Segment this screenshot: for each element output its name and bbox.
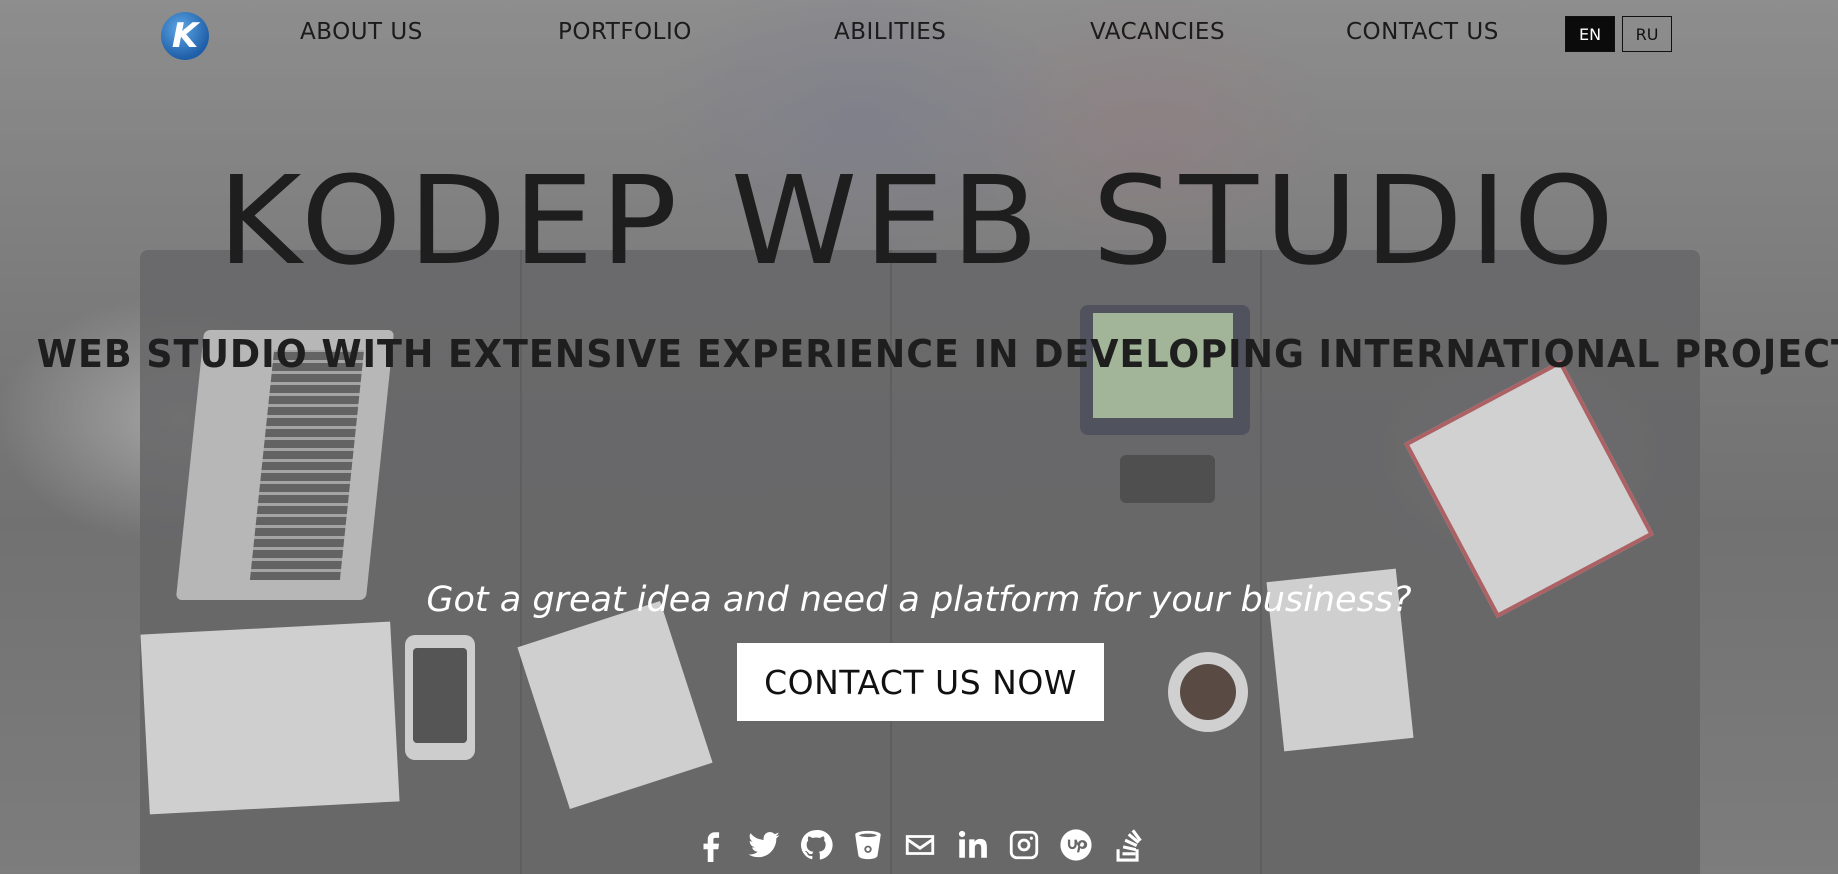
instagram-icon[interactable] xyxy=(1006,827,1042,863)
github-icon[interactable] xyxy=(798,827,834,863)
nav-about-us[interactable]: ABOUT US xyxy=(300,19,423,45)
nav-vacancies[interactable]: VACANCIES xyxy=(1090,19,1225,45)
bitbucket-icon[interactable] xyxy=(850,827,886,863)
email-icon[interactable] xyxy=(902,827,938,863)
hero-overlay xyxy=(0,0,1838,874)
twitter-icon[interactable] xyxy=(746,827,782,863)
nav-contact-us[interactable]: CONTACT US xyxy=(1346,19,1499,45)
stackoverflow-icon[interactable] xyxy=(1110,827,1146,863)
nav-abilities[interactable]: ABILITIES xyxy=(834,19,946,45)
linkedin-icon[interactable] xyxy=(954,827,990,863)
hero-title: KODEP WEB STUDIO xyxy=(217,150,1621,292)
contact-us-now-button[interactable]: CONTACT US NOW xyxy=(737,643,1104,721)
lang-en-button[interactable]: EN xyxy=(1565,16,1615,52)
nav-portfolio[interactable]: PORTFOLIO xyxy=(558,19,692,45)
facebook-icon[interactable] xyxy=(694,827,730,863)
social-links xyxy=(694,822,1146,868)
hero-tagline: Got a great idea and need a platform for… xyxy=(426,580,1412,620)
lang-ru-button[interactable]: RU xyxy=(1622,16,1672,52)
upwork-icon[interactable] xyxy=(1058,827,1094,863)
logo-link[interactable]: K xyxy=(161,12,209,60)
hero-subtitle: WEB STUDIO WITH EXTENSIVE EXPERIENCE IN … xyxy=(36,332,1838,376)
logo-letter: K xyxy=(171,16,199,56)
